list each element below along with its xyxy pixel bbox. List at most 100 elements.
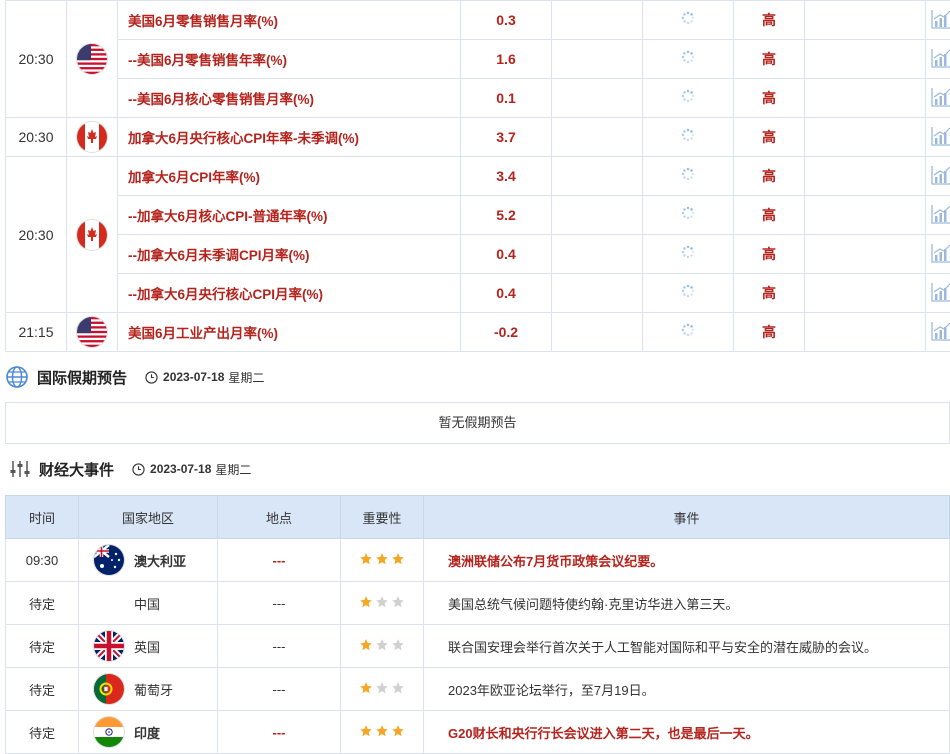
event-country: 葡萄牙: [134, 680, 173, 699]
previous-value: 5.2: [461, 196, 552, 235]
financial-events-table: 时间 国家地区 地点 重要性 事件 09:30澳大利亚---澳洲联储公布7月货币…: [5, 495, 950, 754]
chart-icon[interactable]: [930, 281, 950, 303]
header-place: 地点: [218, 496, 341, 539]
indicator-name[interactable]: --加拿大6月央行核心CPI月率(%): [118, 274, 461, 313]
clock-icon: [145, 371, 158, 384]
uk-flag-icon: [94, 631, 124, 661]
event-importance: [341, 625, 424, 668]
release-time: 20:30: [6, 118, 67, 157]
indicator-name[interactable]: 美国6月零售销售月率(%): [118, 1, 461, 40]
forecast-cell: [552, 40, 643, 79]
release-time: 20:30: [6, 157, 67, 313]
chart-icon[interactable]: [930, 8, 950, 30]
star-filled-icon: [359, 724, 373, 738]
loading-spinner-icon: [681, 207, 695, 223]
interpretation-cell: [805, 235, 926, 274]
indicator-name[interactable]: 美国6月工业产出月率(%): [118, 313, 461, 352]
previous-value: 0.3: [461, 1, 552, 40]
loading-spinner-icon: [681, 285, 695, 301]
loading-spinner-icon: [681, 129, 695, 145]
loading-spinner-icon: [681, 51, 695, 67]
importance-level: 高: [734, 1, 805, 40]
interpretation-cell: [805, 40, 926, 79]
event-row: 09:30澳大利亚---澳洲联储公布7月货币政策会议纪要。: [6, 539, 950, 582]
star-empty-icon: [375, 681, 389, 695]
indicator-name[interactable]: --美国6月零售销售年率(%): [118, 40, 461, 79]
holiday-section-title: 国际假期预告: [37, 367, 127, 388]
star-empty-icon: [375, 638, 389, 652]
chart-icon[interactable]: [930, 320, 950, 342]
loading-spinner-icon: [681, 168, 695, 184]
star-empty-icon: [391, 681, 405, 695]
event-description: 联合国安理会举行首次关于人工智能对国际和平与安全的潜在威胁的会议。: [424, 625, 950, 668]
importance-level: 高: [734, 40, 805, 79]
importance-level: 高: [734, 235, 805, 274]
chart-icon[interactable]: [930, 203, 950, 225]
release-time: 21:15: [6, 313, 67, 352]
events-weekday: 星期二: [215, 461, 251, 478]
events-section-title: 财经大事件: [39, 459, 114, 480]
previous-value: 0.4: [461, 274, 552, 313]
forecast-cell: [552, 196, 643, 235]
header-event: 事件: [424, 496, 950, 539]
release-time: 20:30: [6, 1, 67, 118]
economic-calendar-table: 20:30美国6月零售销售月率(%)0.3高--美国6月零售销售年率(%)1.6…: [5, 0, 950, 352]
event-time: 待定: [6, 625, 79, 668]
star-empty-icon: [391, 638, 405, 652]
interpretation-cell: [805, 274, 926, 313]
chart-icon[interactable]: [930, 242, 950, 264]
indicator-name[interactable]: --加拿大6月核心CPI-普通年率(%): [118, 196, 461, 235]
star-filled-icon: [359, 638, 373, 652]
event-country: 澳大利亚: [134, 551, 186, 570]
previous-value: 0.4: [461, 235, 552, 274]
events-section-header: 财经大事件 2023-07-18 星期二: [5, 454, 251, 484]
chart-icon[interactable]: [930, 47, 950, 69]
indicator-name[interactable]: --加拿大6月未季调CPI月率(%): [118, 235, 461, 274]
event-row: 待定 英国 --- 联合国安理会举行首次关于人工智能对国际和平与安全的潜在威胁的会议。: [6, 625, 950, 668]
importance-level: 高: [734, 157, 805, 196]
event-importance: [341, 711, 424, 754]
forecast-cell: [552, 118, 643, 157]
indicator-name[interactable]: 加拿大6月CPI年率(%): [118, 157, 461, 196]
ca-flag-icon: [77, 122, 107, 152]
au-flag-icon: [94, 545, 124, 575]
interpretation-cell: [805, 157, 926, 196]
header-importance: 重要性: [341, 496, 424, 539]
event-importance: [341, 582, 424, 625]
calendar-row: --美国6月零售销售年率(%)1.6高: [6, 40, 950, 79]
header-country: 国家地区: [79, 496, 218, 539]
events-date: 2023-07-18 星期二: [132, 461, 251, 478]
header-time: 时间: [6, 496, 79, 539]
event-importance: [341, 539, 424, 582]
clock-icon: [132, 463, 145, 476]
calendar-row: 21:15美国6月工业产出月率(%)-0.2高: [6, 313, 950, 352]
event-place: ---: [218, 711, 341, 754]
chart-icon[interactable]: [930, 164, 950, 186]
calendar-row: --加拿大6月未季调CPI月率(%)0.4 高: [6, 235, 950, 274]
event-row: 待定中国---美国总统气候问题特使约翰·克里访华进入第三天。: [6, 582, 950, 625]
event-country: 中国: [134, 594, 160, 613]
chart-icon[interactable]: [930, 86, 950, 108]
indicator-name[interactable]: 加拿大6月央行核心CPI年率-未季调(%): [118, 118, 461, 157]
event-description: 美国总统气候问题特使约翰·克里访华进入第三天。: [424, 582, 950, 625]
event-description: 2023年欧亚论坛举行，至7月19日。: [424, 668, 950, 711]
event-country: 印度: [134, 723, 160, 742]
calendar-row: --加拿大6月央行核心CPI月率(%)0.4高: [6, 274, 950, 313]
interpretation-cell: [805, 1, 926, 40]
importance-level: 高: [734, 313, 805, 352]
event-country: 英国: [134, 637, 160, 656]
sliders-icon: [9, 458, 31, 480]
globe-icon: [5, 365, 29, 389]
event-place: ---: [218, 625, 341, 668]
loading-spinner-icon: [681, 324, 695, 340]
holiday-section-header: 国际假期预告 2023-07-18 星期二: [5, 362, 264, 392]
us-flag-icon: [77, 44, 107, 74]
indicator-name[interactable]: --美国6月核心零售销售月率(%): [118, 79, 461, 118]
loading-spinner-icon: [681, 12, 695, 28]
star-filled-icon: [375, 552, 389, 566]
interpretation-cell: [805, 196, 926, 235]
chart-icon[interactable]: [930, 125, 950, 147]
importance-level: 高: [734, 118, 805, 157]
event-time: 待定: [6, 582, 79, 625]
interpretation-cell: [805, 118, 926, 157]
